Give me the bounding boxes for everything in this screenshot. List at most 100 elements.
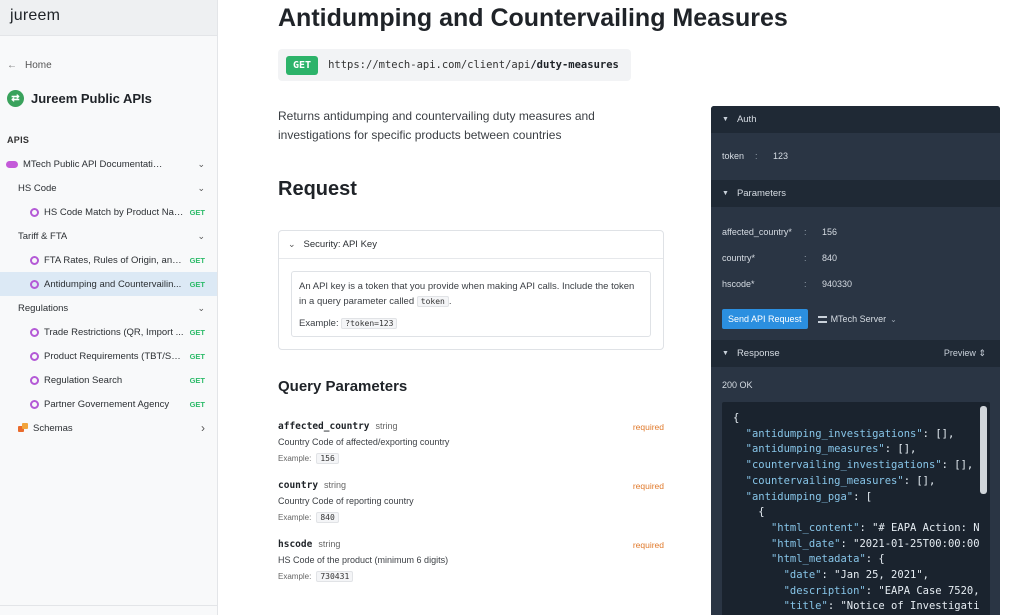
- json-line: "countervailing_investigations": [],: [745, 459, 974, 472]
- json-line: "html_date": "2021-01-25T00:00:00: [770, 537, 980, 550]
- try-it-panel: ▼ Auth token : 123 ▼ Parameters affected…: [711, 106, 1000, 615]
- security-header[interactable]: ⌄ Security: API Key: [279, 231, 663, 259]
- response-status: 200 OK: [722, 380, 753, 390]
- server-select[interactable]: MTech Server ⌄: [817, 314, 897, 324]
- sidebar-item-mtech-docs[interactable]: MTech Public API Documentation ⌄: [0, 152, 217, 176]
- token-input[interactable]: 123: [773, 151, 788, 161]
- sidebar-item-label: HS Code: [18, 182, 57, 194]
- auth-label: Auth: [736, 114, 757, 125]
- param-value-input[interactable]: 840: [822, 253, 837, 263]
- sidebar-item-partner-agency[interactable]: Partner Governement Agency GET: [0, 392, 217, 416]
- example-value: ?token=123: [341, 318, 398, 329]
- json-line: "countervailing_measures": [],: [745, 474, 936, 487]
- param-value-input[interactable]: 940330: [822, 279, 852, 289]
- method-get-badge: GET: [189, 255, 205, 265]
- colon: :: [804, 253, 807, 263]
- param-example: Example: 840: [278, 512, 664, 523]
- json-line: "date": "Jan 25, 2021",: [783, 569, 929, 582]
- chevron-right-icon: ›: [201, 421, 205, 435]
- auth-section-header[interactable]: ▼ Auth: [711, 106, 1000, 133]
- json-line: "antidumping_pga": [: [745, 490, 873, 503]
- sidebar: jureem ← Home ⇄ Jureem Public APIs APIS …: [0, 0, 218, 615]
- example-value: 840: [316, 512, 339, 523]
- security-text-end: .: [448, 296, 452, 307]
- endpoint-bar[interactable]: GET https://mtech-api.com/client/api/dut…: [278, 49, 631, 81]
- example-label: Example:: [278, 454, 312, 463]
- example-value: 156: [316, 453, 339, 464]
- home-label: Home: [25, 60, 52, 71]
- sidebar-item-schemas[interactable]: Schemas ›: [0, 416, 217, 440]
- sidebar-item-label: MTech Public API Documentation: [23, 158, 163, 170]
- preview-select[interactable]: Preview ⇕: [944, 348, 986, 359]
- scrollbar[interactable]: [980, 406, 987, 494]
- sidebar-item-label: Partner Governement Agency: [44, 398, 170, 410]
- endpoint-icon: [30, 207, 39, 217]
- send-api-request-button[interactable]: Send API Request: [722, 309, 808, 329]
- back-arrow-icon: ←: [7, 60, 17, 71]
- sidebar-item-label: Product Requirements (TBT/SPS): [44, 350, 184, 362]
- endpoint-url[interactable]: https://mtech-api.com/client/api/duty-me…: [328, 59, 619, 71]
- param-value-input[interactable]: 156: [822, 227, 837, 237]
- server-icon: [817, 315, 827, 323]
- param-row: hscode* : 940330: [711, 271, 1000, 297]
- param-type: string: [324, 480, 347, 490]
- sidebar-item-regulation-search[interactable]: Regulation Search GET: [0, 368, 217, 392]
- sidebar-item-label: Regulation Search: [44, 374, 123, 386]
- sidebar-item-fta-rates[interactable]: FTA Rates, Rules of Origin, and ... GET: [0, 248, 217, 272]
- sidebar-item-regulations[interactable]: Regulations ⌄: [0, 296, 217, 320]
- param-hscode: hscode string required HS Code of the pr…: [278, 539, 664, 582]
- sidebar-item-product-requirements[interactable]: Product Requirements (TBT/SPS) GET: [0, 344, 217, 368]
- response-section-header[interactable]: ▼ Response Preview ⇕: [711, 340, 1000, 367]
- security-title: Security: API Key: [303, 239, 377, 250]
- security-example: Example: ?token=123: [299, 316, 643, 331]
- method-get-badge: GET: [189, 327, 205, 337]
- example-label: Example:: [299, 318, 339, 329]
- colon: :: [804, 227, 807, 237]
- required-label: required: [632, 422, 664, 432]
- json-line: {: [733, 412, 740, 424]
- sidebar-item-hs-code-match[interactable]: HS Code Match by Product Name GET: [0, 200, 217, 224]
- param-row: affected_country* : 156: [711, 219, 1000, 245]
- example-label: Example:: [278, 513, 312, 522]
- colon: :: [755, 151, 758, 161]
- param-description: Country Code of affected/exporting count…: [278, 437, 450, 447]
- chevron-down-icon: ⌄: [288, 239, 296, 249]
- parameters-list: affected_country* : 156 country* : 840 h…: [711, 219, 1000, 297]
- response-json-viewer[interactable]: { "antidumping_investigations": [], "ant…: [722, 402, 990, 615]
- request-heading: Request: [278, 178, 357, 200]
- server-label: MTech Server: [830, 314, 887, 324]
- param-key: affected_country*: [722, 227, 792, 237]
- sidebar-item-label: FTA Rates, Rules of Origin, and ...: [44, 254, 184, 266]
- json-line: "html_content": "# EAPA Action: N: [770, 521, 980, 534]
- updown-icon: ⇕: [978, 348, 986, 358]
- param-example: Example: 156: [278, 453, 664, 464]
- endpoint-icon: [30, 351, 39, 361]
- param-type: string: [375, 421, 398, 431]
- parameters-label: Parameters: [736, 188, 787, 199]
- method-badge: GET: [286, 55, 319, 75]
- endpoint-icon: [30, 399, 39, 409]
- swap-icon: ⇄: [7, 90, 24, 107]
- param-description: HS Code of the product (minimum 6 digits…: [278, 555, 449, 565]
- sidebar-item-trade-restrictions[interactable]: Trade Restrictions (QR, Import ... GET: [0, 320, 217, 344]
- sidebar-item-label: Antidumping and Countervailin...: [44, 278, 182, 290]
- home-link[interactable]: ← Home: [7, 60, 52, 71]
- param-example: Example: 730431: [278, 571, 664, 582]
- brand-logo[interactable]: jureem: [0, 0, 217, 36]
- page-title: Antidumping and Countervailing Measures: [278, 4, 788, 32]
- json-line: "html_metadata": {: [770, 553, 885, 566]
- sidebar-item-antidumping[interactable]: Antidumping and Countervailin... GET: [0, 272, 217, 296]
- param-name: country: [278, 480, 319, 491]
- project-title[interactable]: ⇄ Jureem Public APIs: [7, 90, 152, 107]
- chevron-down-icon: ⌄: [890, 314, 897, 324]
- chevron-down-icon: ⌄: [197, 182, 205, 193]
- sidebar-item-tariff-fta[interactable]: Tariff & FTA ⌄: [0, 224, 217, 248]
- sidebar-item-label: HS Code Match by Product Name: [44, 206, 184, 218]
- sidebar-nav: MTech Public API Documentation ⌄ HS Code…: [0, 152, 217, 440]
- sidebar-item-label: Tariff & FTA: [18, 230, 68, 242]
- json-line: "title": "Notice of Investigati: [783, 600, 980, 613]
- parameters-section-header[interactable]: ▼ Parameters: [711, 180, 1000, 207]
- param-name: affected_country: [278, 421, 370, 432]
- endpoint-icon: [30, 279, 39, 289]
- sidebar-item-hs-code[interactable]: HS Code ⌄: [0, 176, 217, 200]
